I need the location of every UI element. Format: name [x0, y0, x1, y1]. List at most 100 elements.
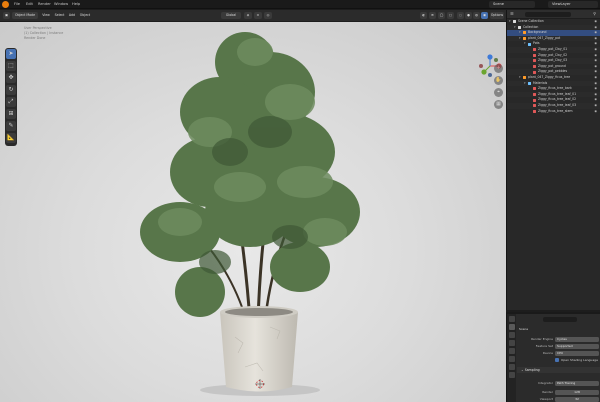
context-row: Scene: [517, 326, 600, 332]
rendered-ficus-plant: [140, 32, 360, 396]
outliner-type-icon: [513, 20, 516, 24]
outliner-type-icon: [518, 25, 521, 29]
select-menu[interactable]: Select: [53, 12, 66, 19]
viewport-samples-label: Viewport: [539, 397, 553, 401]
menu-help[interactable]: Help: [72, 2, 80, 6]
outliner-editor-icon[interactable]: ☰: [510, 11, 514, 16]
sampling-section-header[interactable]: ⌄ Sampling: [517, 367, 600, 373]
outliner-type-icon: [533, 104, 536, 108]
outliner-panel: ☰ ⚲ ▾ Scene Collection ◉ ▾ Collection ◉ ▾ Backg…: [506, 10, 600, 310]
gizmo-y-axis[interactable]: [481, 69, 487, 75]
render-engine-dropdown[interactable]: Cycles: [555, 336, 599, 342]
zoom-icon[interactable]: +: [494, 64, 503, 73]
outliner-tree: ▾ Scene Collection ◉ ▾ Collection ◉ ▾ Backgroun…: [507, 19, 600, 114]
outliner-type-icon: [533, 93, 536, 97]
3d-viewport[interactable]: User Perspective (1) Collection | Instan…: [0, 22, 506, 402]
world-tab-icon[interactable]: [508, 356, 515, 362]
options-dropdown[interactable]: Options: [490, 12, 504, 19]
select-cursor-icon[interactable]: ➤: [6, 49, 16, 59]
blender-logo-icon[interactable]: [2, 1, 9, 8]
scene-selector[interactable]: Scene: [489, 1, 535, 8]
outliner-row[interactable]: Ziggy_ficus_tree_stem ◉: [507, 109, 600, 115]
add-menu[interactable]: Add: [67, 12, 77, 19]
move-icon[interactable]: ✥: [6, 73, 16, 83]
feature-set-label: Feature Set: [535, 344, 553, 348]
properties-content: Scene Render Engine Cycles Feature Set S…: [517, 314, 600, 402]
camera-view-icon[interactable]: ⌖: [494, 88, 503, 97]
outliner-type-icon: [523, 31, 526, 35]
object-tab-icon[interactable]: [508, 364, 515, 370]
pan-hand-icon[interactable]: ✋: [494, 76, 503, 85]
pivot-icon[interactable]: ◈: [244, 12, 252, 19]
view-layer-tab-icon[interactable]: [508, 340, 515, 346]
integrator-row: Integrator Path Tracing: [517, 380, 600, 386]
menu-render[interactable]: Render: [38, 2, 51, 6]
transform-icon[interactable]: ⊞: [6, 109, 16, 119]
object-menu[interactable]: Object: [78, 12, 92, 19]
osl-row: Open Shading Language: [517, 357, 600, 363]
snap-icon[interactable]: ⊙: [254, 12, 262, 19]
render-samples-field[interactable]: 128: [555, 389, 599, 395]
outliner-row-label: Ziggy_ficus_tree_stem: [538, 108, 573, 113]
shading-material-icon[interactable]: ◍: [473, 12, 480, 19]
proportional-edit-icon[interactable]: ◎: [264, 12, 272, 19]
transform-orientation-dropdown[interactable]: Global: [221, 12, 241, 19]
3d-cursor-icon[interactable]: [255, 379, 265, 389]
scene-tab-icon[interactable]: [508, 348, 515, 354]
properties-search-input[interactable]: [543, 317, 577, 322]
outliner-type-icon: [533, 53, 536, 57]
viewport-render-status: Render Done: [24, 36, 46, 40]
viewport-samples-field[interactable]: 32: [555, 396, 599, 402]
object-mode-dropdown[interactable]: Object Mode: [12, 12, 38, 19]
annotate-icon[interactable]: ✎: [6, 121, 16, 131]
rotate-icon[interactable]: ↻: [6, 85, 16, 95]
outliner-search-input[interactable]: [525, 12, 571, 17]
measure-icon[interactable]: 📐: [6, 133, 16, 143]
render-tab-icon[interactable]: [508, 324, 515, 330]
shading-rendered-icon[interactable]: ◉: [481, 12, 488, 19]
properties-panel: Scene Render Engine Cycles Feature Set S…: [506, 312, 600, 402]
eye-icon[interactable]: ◉: [594, 109, 597, 115]
outliner-header: ☰ ⚲: [507, 10, 600, 19]
scale-icon[interactable]: ⤢: [6, 97, 16, 107]
select-box-icon[interactable]: ⬚: [6, 61, 16, 71]
feature-set-row: Feature Set Supported: [517, 343, 600, 349]
integrator-dropdown[interactable]: Path Tracing: [555, 380, 599, 386]
sampling-label: Sampling: [524, 368, 540, 372]
render-engine-label: Render Engine: [531, 337, 553, 341]
shading-wireframe-icon[interactable]: ◌: [457, 12, 464, 19]
viewport-info-text: User Perspective (1) Collection | Instan…: [24, 26, 63, 41]
view-menu[interactable]: View: [40, 12, 52, 19]
editor-type-icon[interactable]: ▣: [3, 12, 10, 19]
tool-tab-icon[interactable]: [508, 316, 515, 322]
overlay-icon[interactable]: ◯: [438, 12, 445, 19]
outliner-type-icon: [533, 70, 536, 74]
osl-checkbox[interactable]: [555, 358, 559, 362]
properties-tabs: [507, 314, 516, 402]
device-dropdown[interactable]: CPU: [555, 350, 599, 356]
gizmo-toggle-icon[interactable]: ⊕: [429, 12, 436, 19]
outliner-type-icon: [528, 42, 531, 46]
shading-solid-icon[interactable]: ●: [465, 12, 472, 19]
visibility-icon[interactable]: ◐: [420, 12, 427, 19]
outliner-type-icon: [523, 76, 526, 80]
outliner-type-icon: [533, 98, 536, 102]
menu-edit[interactable]: Edit: [26, 2, 33, 6]
feature-set-dropdown[interactable]: Supported: [555, 343, 599, 349]
perspective-toggle-icon[interactable]: ▦: [494, 100, 503, 109]
gizmo-z-axis[interactable]: [487, 54, 493, 60]
xray-icon[interactable]: ▢: [447, 12, 454, 19]
render-samples-label: Render: [542, 390, 553, 394]
filter-icon[interactable]: ⚲: [593, 11, 596, 16]
osl-label: Open Shading Language: [561, 358, 598, 362]
tool-shelf: ➤ ⬚ ✥ ↻ ⤢ ⊞ ✎ 📐: [5, 48, 17, 146]
outliner-type-icon: [523, 37, 526, 41]
output-tab-icon[interactable]: [508, 332, 515, 338]
menu-window[interactable]: Window: [54, 2, 68, 6]
view-layer-selector[interactable]: ViewLayer: [548, 1, 598, 8]
scene-context-label: Scene: [519, 327, 529, 331]
device-label: Device: [542, 351, 553, 355]
modifier-tab-icon[interactable]: [508, 372, 515, 378]
menu-file[interactable]: File: [14, 2, 20, 6]
outliner-type-icon: [533, 87, 536, 91]
